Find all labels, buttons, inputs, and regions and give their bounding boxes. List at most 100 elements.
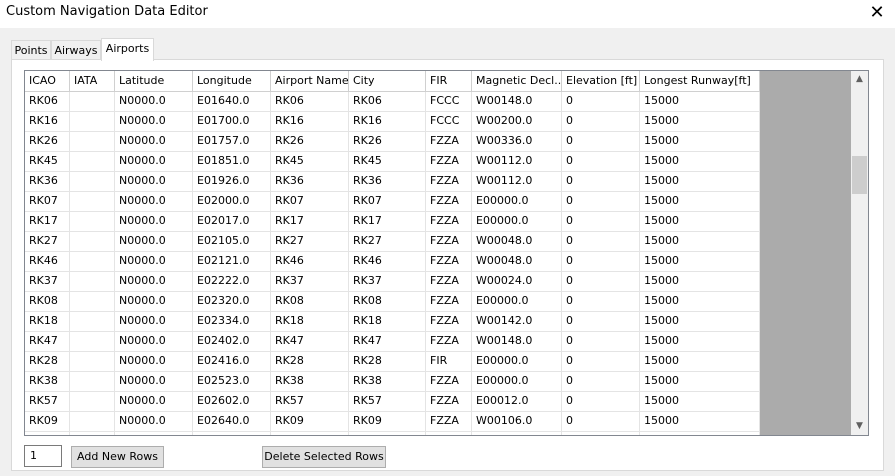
table-row[interactable]: RK28 N0000.0 E02416.0 RK28 RK28 FIR E00000.0 0 1… [25,352,760,372]
cell-magnetic-declination[interactable]: W00148.0 [472,92,562,111]
cell-iata[interactable] [70,152,115,171]
cell-longest-runway[interactable]: 15000 [640,312,760,331]
cell-city[interactable]: RK46 [349,252,426,271]
cell-latitude[interactable]: N0000.0 [115,172,193,191]
cell-longest-runway[interactable]: 15000 [640,372,760,391]
cell-latitude[interactable]: N0000.0 [115,292,193,311]
cell-icao[interactable]: RK38 [25,372,70,391]
table-row[interactable]: RK57 N0000.0 E02602.0 RK57 RK57 FZZA E00012.0 0… [25,392,760,412]
cell-longest-runway[interactable]: 15000 [640,152,760,171]
cell-fir[interactable]: FZZA [426,332,472,351]
close-icon[interactable]: ✕ [865,2,889,24]
cell-city[interactable]: RK19 [349,432,426,435]
cell-icao[interactable]: RK26 [25,132,70,151]
cell-airport-name[interactable]: RK28 [271,352,349,371]
cell-icao[interactable]: RK37 [25,272,70,291]
cell-fir[interactable]: FZZA [426,432,472,435]
cell-longitude[interactable]: E02416.0 [193,352,271,371]
cell-longest-runway[interactable]: 15000 [640,332,760,351]
cell-longest-runway[interactable]: 15000 [640,292,760,311]
column-header-magnetic-declination[interactable]: Magnetic Decl... [472,71,562,91]
cell-airport-name[interactable]: RK16 [271,112,349,131]
cell-longitude[interactable]: E01851.0 [193,152,271,171]
cell-fir[interactable]: FZZA [426,252,472,271]
cell-longest-runway[interactable]: 15000 [640,112,760,131]
cell-icao[interactable]: RK28 [25,352,70,371]
cell-magnetic-declination[interactable]: W00112.0 [472,152,562,171]
scroll-up-icon[interactable]: ▲ [851,71,868,88]
cell-fir[interactable]: FZZA [426,212,472,231]
cell-city[interactable]: RK06 [349,92,426,111]
cell-latitude[interactable]: N0000.0 [115,192,193,211]
cell-magnetic-declination[interactable]: W00048.0 [472,232,562,251]
cell-elevation[interactable]: 0 [562,232,640,251]
cell-latitude[interactable]: N0000.0 [115,332,193,351]
cell-elevation[interactable]: 0 [562,432,640,435]
table-row[interactable]: RK37 N0000.0 E02222.0 RK37 RK37 FZZA W00024.0 0… [25,272,760,292]
cell-longitude[interactable]: E02652.0 [193,432,271,435]
cell-airport-name[interactable]: RK38 [271,372,349,391]
cell-iata[interactable] [70,172,115,191]
cell-elevation[interactable]: 0 [562,352,640,371]
cell-city[interactable]: RK09 [349,412,426,431]
cell-city[interactable]: RK26 [349,132,426,151]
table-row[interactable]: RK45 N0000.0 E01851.0 RK45 RK45 FZZA W00112.0 0… [25,152,760,172]
column-header-airport-name[interactable]: Airport Name [271,71,349,91]
table-row[interactable]: RK27 N0000.0 E02105.0 RK27 RK27 FZZA W00048.0 0… [25,232,760,252]
cell-latitude[interactable]: N0000.0 [115,372,193,391]
cell-city[interactable]: RK07 [349,192,426,211]
tab-airways[interactable]: Airways [51,40,101,60]
cell-iata[interactable] [70,372,115,391]
cell-city[interactable]: RK47 [349,332,426,351]
cell-airport-name[interactable]: RK07 [271,192,349,211]
cell-iata[interactable] [70,312,115,331]
cell-fir[interactable]: FIR [426,352,472,371]
cell-magnetic-declination[interactable]: W00106.0 [472,412,562,431]
cell-magnetic-declination[interactable]: W00112.0 [472,172,562,191]
cell-elevation[interactable]: 0 [562,172,640,191]
cell-longest-runway[interactable]: 15000 [640,172,760,191]
cell-longest-runway[interactable]: 15000 [640,352,760,371]
cell-fir[interactable]: FCCC [426,92,472,111]
cell-longest-runway[interactable]: 15000 [640,232,760,251]
cell-magnetic-declination[interactable]: E00000.0 [472,212,562,231]
table-row[interactable]: RK18 N0000.0 E02334.0 RK18 RK18 FZZA W00142.0 0… [25,312,760,332]
cell-airport-name[interactable]: RK26 [271,132,349,151]
cell-fir[interactable]: FZZA [426,292,472,311]
cell-city[interactable]: RK45 [349,152,426,171]
table-row[interactable]: RK19N0000.0E02652.0RK19RK19FZZAW00106.00… [25,432,760,435]
cell-city[interactable]: RK37 [349,272,426,291]
cell-iata[interactable] [70,332,115,351]
cell-city[interactable]: RK18 [349,312,426,331]
cell-elevation[interactable]: 0 [562,392,640,411]
cell-latitude[interactable]: N0000.0 [115,112,193,131]
cell-longitude[interactable]: E01700.0 [193,112,271,131]
cell-fir[interactable]: FZZA [426,272,472,291]
cell-iata[interactable] [70,92,115,111]
cell-latitude[interactable]: N0000.0 [115,312,193,331]
cell-fir[interactable]: FZZA [426,232,472,251]
cell-iata[interactable] [70,432,115,435]
cell-icao[interactable]: RK45 [25,152,70,171]
cell-icao[interactable]: RK46 [25,252,70,271]
cell-magnetic-declination[interactable]: W00200.0 [472,112,562,131]
cell-longitude[interactable]: E02334.0 [193,312,271,331]
cell-airport-name[interactable]: RK36 [271,172,349,191]
cell-airport-name[interactable]: RK46 [271,252,349,271]
cell-airport-name[interactable]: RK17 [271,212,349,231]
cell-iata[interactable] [70,272,115,291]
table-row[interactable]: RK09 N0000.0 E02640.0 RK09 RK09 FZZA W00106.0 0… [25,412,760,432]
cell-airport-name[interactable]: RK27 [271,232,349,251]
cell-latitude[interactable]: N0000.0 [115,252,193,271]
cell-icao[interactable]: RK27 [25,232,70,251]
cell-airport-name[interactable]: RK19 [271,432,349,435]
cell-elevation[interactable]: 0 [562,212,640,231]
column-header-iata[interactable]: IATA [70,71,115,91]
cell-elevation[interactable]: 0 [562,252,640,271]
cell-airport-name[interactable]: RK18 [271,312,349,331]
cell-iata[interactable] [70,112,115,131]
cell-iata[interactable] [70,352,115,371]
cell-longitude[interactable]: E01926.0 [193,172,271,191]
cell-longest-runway[interactable]: 15000 [640,392,760,411]
cell-elevation[interactable]: 0 [562,112,640,131]
